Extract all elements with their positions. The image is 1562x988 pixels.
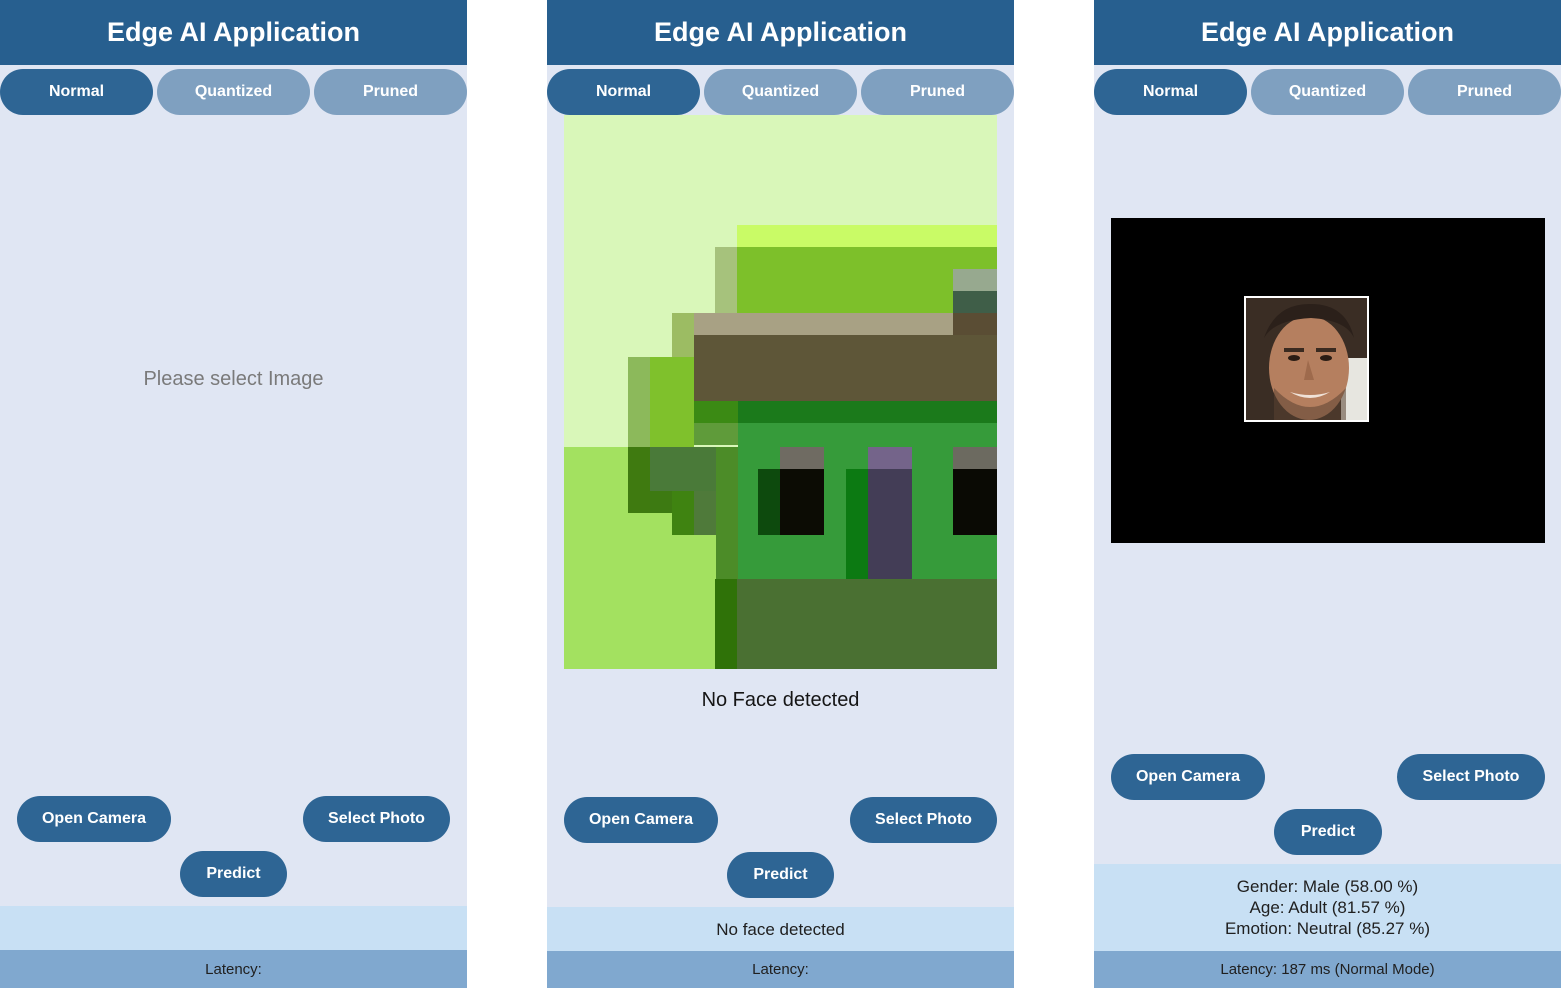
age-result: Age: Adult (81.57 %)	[1249, 898, 1406, 917]
image-placeholder-text: Please select Image	[143, 368, 324, 390]
tab-normal[interactable]: Normal	[1094, 69, 1247, 115]
select-photo-button[interactable]: Select Photo	[850, 797, 997, 843]
tab-normal[interactable]: Normal	[0, 69, 153, 115]
select-photo-button[interactable]: Select Photo	[1397, 754, 1545, 800]
predict-button[interactable]: Predict	[1274, 809, 1382, 855]
tab-pruned[interactable]: Pruned	[314, 69, 467, 115]
app-screen-empty: Edge AI Application Normal Quantized Pru…	[0, 0, 467, 988]
app-screen-no-face: Edge AI Application Normal Quantized Pru…	[547, 0, 1014, 988]
face-detection-status: No Face detected	[701, 689, 860, 711]
face-bounding-box	[1244, 296, 1369, 422]
predict-button[interactable]: Predict	[180, 851, 287, 897]
selected-image-preview	[1111, 218, 1545, 543]
app-title: Edge AI Application	[0, 0, 467, 65]
open-camera-button[interactable]: Open Camera	[17, 796, 171, 842]
tab-pruned[interactable]: Pruned	[861, 69, 1014, 115]
result-line: No face detected	[716, 919, 845, 939]
tab-quantized[interactable]: Quantized	[157, 69, 310, 115]
predict-button[interactable]: Predict	[727, 852, 834, 898]
selected-image-preview	[564, 115, 997, 669]
result-panel	[0, 906, 467, 950]
tab-normal[interactable]: Normal	[547, 69, 700, 115]
app-screen-prediction: Edge AI Application Normal Quantized Pru…	[1094, 0, 1561, 988]
tab-pruned[interactable]: Pruned	[1408, 69, 1561, 115]
open-camera-button[interactable]: Open Camera	[564, 797, 718, 843]
tab-quantized[interactable]: Quantized	[704, 69, 857, 115]
app-title: Edge AI Application	[547, 0, 1014, 65]
latency-label: Latency:	[547, 951, 1014, 988]
face-photo	[1246, 298, 1367, 420]
result-panel: No face detected	[547, 907, 1014, 951]
tab-quantized[interactable]: Quantized	[1251, 69, 1404, 115]
app-title: Edge AI Application	[1094, 0, 1561, 65]
result-panel: Gender: Male (58.00 %) Age: Adult (81.57…	[1094, 864, 1561, 951]
select-photo-button[interactable]: Select Photo	[303, 796, 450, 842]
open-camera-button[interactable]: Open Camera	[1111, 754, 1265, 800]
gender-result: Gender: Male (58.00 %)	[1236, 877, 1419, 896]
latency-label: Latency: 187 ms (Normal Mode)	[1094, 951, 1561, 988]
emotion-result: Emotion: Neutral (85.27 %)	[1224, 919, 1431, 938]
latency-label: Latency:	[0, 950, 467, 988]
